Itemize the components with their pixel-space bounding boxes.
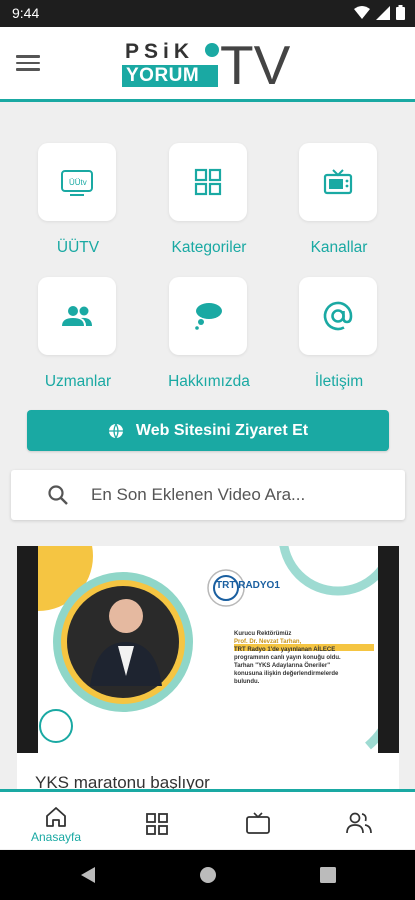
grid-item-contact[interactable]: İletişim	[299, 277, 379, 390]
tile-categories[interactable]	[169, 143, 247, 221]
grid-label-channels: Kanallar	[310, 239, 368, 256]
grid-label-experts: Uzmanlar	[44, 373, 112, 390]
thumb-line-3: programının canlı yayın konuğu oldu.	[234, 655, 341, 661]
search-input[interactable]	[91, 482, 391, 508]
thumb-text: Kurucu Rektörümüz Prof. Dr. Nevzat Tarha…	[234, 630, 374, 686]
menu-bar-bottom	[16, 68, 40, 71]
people-icon	[62, 306, 92, 326]
tile-uutv[interactable]: ÜÜtv	[38, 143, 116, 221]
logo-text-bottom: YORUM	[122, 65, 218, 87]
nav-experts[interactable]	[309, 792, 409, 849]
thumbnail-image: TRT RADYO1 Kurucu Rektörümüz Prof. Dr. N…	[38, 546, 378, 753]
tile-channels[interactable]	[299, 143, 377, 221]
recents-icon[interactable]	[320, 867, 336, 883]
svg-text:ÜÜtv: ÜÜtv	[69, 178, 87, 187]
nav-home[interactable]: Anasayfa	[6, 792, 106, 849]
tile-about[interactable]	[169, 277, 247, 355]
status-icons	[354, 5, 405, 20]
logo-tv-text: TV	[220, 34, 291, 96]
at-icon	[323, 301, 353, 331]
visit-website-button[interactable]: Web Sitesini Ziyaret Et	[27, 410, 389, 451]
thumb-name: Prof. Dr. Nevzat Tarhan,	[234, 639, 302, 645]
tv-icon	[323, 169, 353, 195]
grid-label-categories: Kategoriler	[171, 239, 247, 256]
thumb-line-1: Kurucu Rektörümüz	[234, 631, 292, 637]
grid-label-uutv: ÜÜTV	[56, 239, 100, 256]
grid-item-experts[interactable]: Uzmanlar	[38, 277, 118, 390]
tv-icon	[246, 812, 270, 834]
menu-button[interactable]	[16, 55, 40, 75]
grid-item-about[interactable]: Hakkımızda	[168, 277, 250, 390]
thumb-line-2: TRT Radyo 1'de yayınlanan AİLECE	[234, 647, 336, 653]
tile-experts[interactable]	[38, 277, 116, 355]
thumb-line-4: Tarhan "YKS Adaylarına Öneriler"	[234, 663, 331, 669]
battery-icon	[396, 5, 405, 20]
video-search-bar[interactable]	[11, 470, 405, 520]
uutv-tv-icon: ÜÜtv	[61, 170, 93, 196]
globe-icon	[205, 43, 219, 57]
nav-channels[interactable]	[208, 792, 308, 849]
system-navigation-bar	[0, 850, 415, 900]
wifi-icon	[354, 5, 370, 19]
app-bar: PSiK YORUM TV	[0, 27, 415, 102]
grid-item-categories[interactable]: Kategoriler	[169, 143, 249, 256]
nav-categories[interactable]	[107, 792, 207, 849]
app-logo: PSiK YORUM TV	[122, 34, 297, 96]
thought-bubble-icon	[195, 303, 222, 330]
signal-icon	[376, 5, 390, 20]
tile-contact[interactable]	[299, 277, 377, 355]
grid-icon	[194, 168, 222, 196]
thumb-line-6: bulundu.	[234, 679, 260, 685]
bottom-navigation: Anasayfa	[0, 789, 415, 849]
people-icon	[346, 812, 372, 834]
status-bar: 9:44	[0, 0, 415, 27]
grid-label-contact: İletişim	[314, 373, 364, 390]
grid-label-about: Hakkımızda	[168, 373, 250, 390]
back-icon[interactable]	[80, 866, 96, 884]
grid-item-channels[interactable]: Kanallar	[299, 143, 379, 256]
globe-icon	[108, 423, 123, 438]
thumb-brand: TRT RADYO1	[216, 580, 280, 591]
grid-icon	[146, 813, 168, 835]
grid-item-uutv[interactable]: ÜÜtv ÜÜTV	[38, 143, 118, 256]
thumb-line-5: konusuna ilişkin değerlendirmelerde	[234, 671, 339, 677]
nav-home-label: Anasayfa	[30, 830, 82, 844]
menu-bar-mid	[16, 61, 40, 64]
video-thumbnail[interactable]: TRT RADYO1 Kurucu Rektörümüz Prof. Dr. N…	[17, 546, 399, 753]
status-time: 9:44	[12, 5, 40, 21]
visit-website-label: Web Sitesini Ziyaret Et	[135, 421, 309, 439]
logo-text-top: PSiK	[125, 40, 195, 63]
menu-bar-top	[16, 55, 40, 58]
home-circle-icon[interactable]	[199, 866, 217, 884]
home-icon	[46, 807, 66, 827]
video-card[interactable]: TRT RADYO1 Kurucu Rektörümüz Prof. Dr. N…	[17, 546, 399, 806]
search-icon	[48, 485, 68, 505]
